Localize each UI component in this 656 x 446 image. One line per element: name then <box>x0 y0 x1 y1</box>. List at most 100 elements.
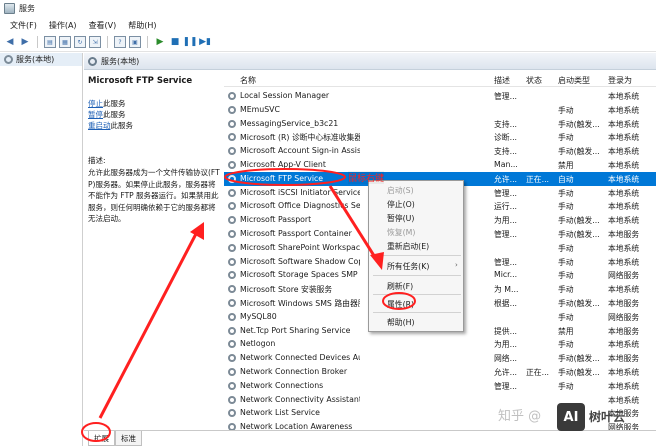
gear-icon <box>228 340 236 349</box>
column-header-description[interactable]: 描述 <box>494 75 524 86</box>
context-menu-stop[interactable]: 停止(O) <box>387 199 415 210</box>
column-header-name[interactable]: 名称 <box>240 75 360 86</box>
table-row[interactable]: Network Connectivity Assistant 本地系统 <box>224 393 656 407</box>
cell-log-on-as: 本地系统 <box>608 105 640 115</box>
cell-log-on-as: 本地服务 <box>608 354 640 364</box>
cell-description: 为用... <box>494 340 518 350</box>
menu-help[interactable]: 帮助(H) <box>122 20 162 31</box>
context-menu-pause[interactable]: 暂停(U) <box>387 213 414 224</box>
gear-icon <box>228 409 236 418</box>
tab-standard[interactable]: 标准 <box>115 431 142 446</box>
context-menu-help[interactable]: 帮助(H) <box>387 317 415 328</box>
table-row[interactable]: Microsoft App-V Client Man... 禁用 本地系统 <box>224 158 656 172</box>
tab-extended[interactable]: 扩展 <box>88 431 115 446</box>
watermark-text: 知乎 @ <box>498 409 542 424</box>
cell-description: Man... <box>494 160 518 169</box>
gear-icon <box>228 161 236 169</box>
cell-description: 运行... <box>494 202 518 212</box>
help-icon[interactable]: ? <box>114 36 126 48</box>
pause-service-icon[interactable]: ❚❚ <box>182 36 197 48</box>
cell-name: Microsoft Account Sign-in Assistant <box>240 146 360 156</box>
stop-service-icon[interactable]: ■ <box>169 36 181 48</box>
cell-description: 管理... <box>494 257 518 267</box>
cell-description: 根据... <box>494 299 518 308</box>
column-header-log-on-as[interactable]: 登录为 <box>608 75 656 86</box>
cell-log-on-as: 本地系统 <box>608 381 640 391</box>
table-row[interactable]: MEmuSVC 手动 本地系统 <box>224 103 656 117</box>
cell-startup-type: 手动 <box>558 243 574 253</box>
view-tabs: 扩展 标准 <box>84 430 656 446</box>
table-row[interactable]: Network Connections 管理... 手动 本地系统 <box>224 379 656 393</box>
cell-description: 允许... <box>494 174 518 184</box>
context-menu-restart[interactable]: 重新启动(E) <box>387 241 429 252</box>
cell-log-on-as: 本地服务 <box>608 230 640 239</box>
cell-name: Microsoft Office Diagnostics Service <box>240 201 360 211</box>
column-header-status[interactable]: 状态 <box>526 75 556 86</box>
gear-icon <box>228 92 236 100</box>
link-suffix: 此服务 <box>110 121 134 130</box>
table-row[interactable]: Network Connection Broker 允许... 正在... 手动(触发… <box>224 365 656 379</box>
cell-status: 正在... <box>526 174 550 184</box>
cell-startup-type: 手动(触发... <box>558 368 600 377</box>
cell-description: 提供... <box>494 326 518 336</box>
table-row[interactable]: Local Session Manager 管理... 本地系统 <box>224 89 656 103</box>
cell-name: Microsoft Passport Container <box>240 229 352 238</box>
cell-startup-type: 手动 <box>558 202 574 212</box>
table-row[interactable]: Netlogon 为用... 手动 本地系统 <box>224 337 656 351</box>
context-menu-start[interactable]: 启动(S) <box>387 185 414 196</box>
pause-service-link[interactable]: 暂停 <box>88 110 103 119</box>
cell-name: Microsoft SharePoint Workspace Au <box>240 242 360 252</box>
gear-icon <box>228 326 236 335</box>
cell-description: 为 M... <box>494 285 519 295</box>
cell-startup-type: 手动 <box>558 133 574 143</box>
console-tree: 服务(本地) <box>0 53 83 446</box>
cell-startup-type: 自动 <box>558 174 574 184</box>
cell-log-on-as: 本地系统 <box>608 368 640 377</box>
cell-name: Net.Tcp Port Sharing Service <box>240 325 351 335</box>
gear-icon <box>228 299 236 307</box>
table-row[interactable]: MessagingService_b3c21 支持... 手动(触发... 本地系统 <box>224 117 656 131</box>
context-menu-resume[interactable]: 恢复(M) <box>387 227 415 238</box>
cell-log-on-as: 本地系统 <box>608 147 640 157</box>
cell-description: Micr... <box>494 270 518 280</box>
cell-startup-type: 手动 <box>558 381 574 391</box>
cell-name: MEmuSVC <box>240 104 280 114</box>
gear-icon <box>228 230 236 238</box>
console-tree-icon[interactable]: ▤ <box>44 36 56 48</box>
refresh-icon[interactable]: ↻ <box>74 36 86 48</box>
table-row[interactable]: Microsoft (R) 诊断中心标准收集器服务 诊断... 手动 本地系统 <box>224 130 656 144</box>
table-row[interactable]: Network Connected Devices Auto-Setup 网络..… <box>224 351 656 365</box>
restart-service-link[interactable]: 重启动 <box>88 121 111 130</box>
context-menu-refresh[interactable]: 刷新(F) <box>387 281 413 292</box>
back-arrow-icon[interactable]: ◀ <box>4 36 16 48</box>
cell-log-on-as: 本地系统 <box>608 133 640 143</box>
menu-action[interactable]: 操作(A) <box>43 20 83 31</box>
start-service-icon[interactable]: ▶ <box>154 36 166 48</box>
toolbar-separator <box>37 36 38 48</box>
tree-item-services-local[interactable]: 服务(本地) <box>0 53 82 66</box>
list-view-icon[interactable]: ▦ <box>59 36 71 48</box>
toolbar: ◀ ▶ ▤ ▦ ↻ ⇲ ? ▣ ▶ ■ ❚❚ ▶▮ <box>0 33 656 52</box>
restart-service-icon[interactable]: ▶▮ <box>199 36 211 48</box>
table-row[interactable]: Microsoft Account Sign-in Assistant 支持...… <box>224 144 656 158</box>
cell-log-on-as: 网络服务 <box>608 312 640 322</box>
cell-name: Network Connection Broker <box>240 367 348 376</box>
gear-icon <box>228 285 236 294</box>
cell-startup-type: 手动(触发... <box>558 299 600 308</box>
context-menu-separator <box>373 294 461 295</box>
menu-file[interactable]: 文件(F) <box>4 20 43 31</box>
cell-name: Microsoft Store 安装服务 <box>240 285 333 295</box>
context-menu-properties[interactable]: 属性(R) <box>387 299 414 310</box>
cell-name: Local Session Manager <box>240 91 330 100</box>
context-menu-all-tasks[interactable]: 所有任务(K) <box>387 261 429 272</box>
cell-name: Microsoft Windows SMS 路由器服务 <box>240 299 360 308</box>
properties-icon[interactable]: ▣ <box>129 36 141 48</box>
forward-arrow-icon[interactable]: ▶ <box>19 36 31 48</box>
cell-name: Network Connectivity Assistant <box>240 394 360 404</box>
cell-name: Microsoft iSCSI Initiator Service <box>240 187 360 197</box>
menu-view[interactable]: 查看(V) <box>83 20 123 31</box>
stop-service-link[interactable]: 停止 <box>88 99 103 108</box>
restart-link-row: 重启动此服务 <box>88 120 220 131</box>
column-header-startup-type[interactable]: 启动类型 <box>558 75 602 86</box>
export-list-icon[interactable]: ⇲ <box>89 36 101 48</box>
